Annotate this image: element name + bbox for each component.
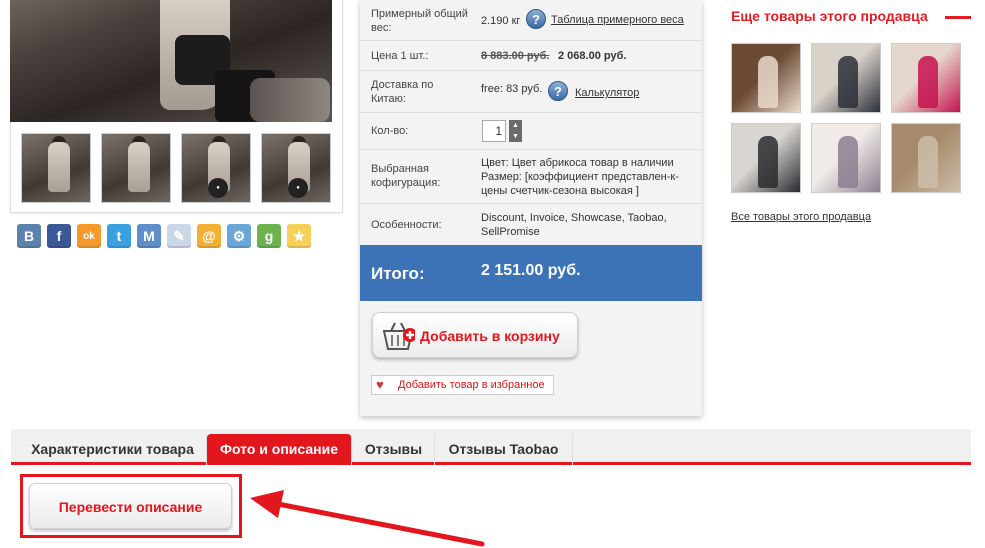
quantity-input[interactable]: 1 <box>482 120 506 142</box>
main-product-photo[interactable] <box>10 0 332 122</box>
new-price: 2 068.00 руб. <box>558 50 627 62</box>
price-row: Цена 1 шт.: 8 883.00 руб. 2 068.00 руб. <box>360 41 702 71</box>
features-value: Discount, Invoice, Showcase, Taobao, Sel… <box>481 212 667 238</box>
moimir-icon[interactable]: M <box>137 224 161 248</box>
total-bar: Итого: 2 151.00 руб. <box>360 245 702 301</box>
delivery-label: Доставка по Китаю: <box>371 79 434 105</box>
favorite-star-icon[interactable]: ★ <box>287 224 311 248</box>
settings-icon[interactable]: ⚙ <box>227 224 251 248</box>
delivery-value: free: 83 руб. <box>481 83 543 95</box>
odnoklassniki-icon[interactable]: ok <box>77 224 101 248</box>
total-value: 2 151.00 руб. <box>481 262 581 279</box>
seller-items-title: Еще товары этого продавца <box>731 8 928 24</box>
help-icon[interactable]: ? <box>548 81 568 101</box>
old-price: 8 883.00 руб. <box>481 50 550 62</box>
twitter-icon[interactable]: t <box>107 224 131 248</box>
seller-item-thumbnail[interactable] <box>811 43 881 113</box>
seller-item-thumbnail[interactable] <box>891 123 961 193</box>
add-to-cart-button[interactable]: Добавить в корзину <box>372 312 578 358</box>
photo-thumbnail[interactable] <box>21 133 91 203</box>
weight-label: Примерный общий вес: <box>371 8 468 34</box>
photo-thumbnail[interactable]: ● <box>261 133 331 203</box>
photo-thumbnail[interactable]: ● <box>181 133 251 203</box>
increment-icon[interactable]: ▲ <box>509 120 522 131</box>
calculator-link[interactable]: Калькулятор <box>575 87 639 99</box>
seller-item-thumbnail[interactable] <box>731 123 801 193</box>
decrement-icon[interactable]: ▼ <box>509 131 522 142</box>
add-to-cart-label: Добавить в корзину <box>420 328 560 344</box>
tab-taobao-reviews[interactable]: Отзывы Taobao <box>435 434 573 465</box>
title-accent-line <box>945 16 971 19</box>
price-label: Цена 1 шт.: <box>371 50 429 62</box>
photo-thumbnail[interactable] <box>101 133 171 203</box>
weight-table-link[interactable]: Таблица примерного веса <box>551 14 684 26</box>
google-icon[interactable]: g <box>257 224 281 248</box>
facebook-icon[interactable]: f <box>47 224 71 248</box>
heart-icon: ♥ <box>376 377 384 392</box>
tab-reviews[interactable]: Отзывы <box>353 434 435 465</box>
quantity-label: Кол-во: <box>371 125 409 137</box>
seller-item-thumbnail[interactable] <box>731 43 801 113</box>
vk-icon[interactable]: B <box>17 224 41 248</box>
configuration-row: Выбранная кофигурация: Цвет: Цвет абрико… <box>360 150 702 204</box>
features-label: Особенности: <box>371 219 442 231</box>
configuration-label: Выбранная кофигурация: <box>371 163 441 189</box>
mail-icon[interactable]: @ <box>197 224 221 248</box>
add-to-favorites-label: Добавить товар в избранное <box>398 379 545 391</box>
tab-characteristics[interactable]: Характеристики товара <box>19 434 207 465</box>
features-row: Особенности: Discount, Invoice, Showcase… <box>360 204 702 245</box>
tab-photo-description[interactable]: Фото и описание <box>207 434 352 465</box>
help-icon[interactable]: ? <box>526 9 546 29</box>
product-info-panel: Примерный общий вес: 2.190 кг ? Таблица … <box>360 0 702 416</box>
cart-icon <box>382 322 415 350</box>
all-seller-items-link[interactable]: Все товары этого продавца <box>731 211 871 223</box>
delivery-row: Доставка по Китаю: free: 83 руб. ? Кальк… <box>360 71 702 113</box>
total-label: Итого: <box>371 264 425 283</box>
red-arrow-icon <box>250 490 485 547</box>
add-to-favorites-button[interactable]: ♥ Добавить товар в избранное <box>371 375 554 395</box>
weight-row: Примерный общий вес: 2.190 кг ? Таблица … <box>360 0 702 41</box>
configuration-value: Цвет: Цвет абрикоса товар в наличии Разм… <box>481 157 679 197</box>
translate-description-button[interactable]: Перевести описание <box>29 483 232 529</box>
weight-value: 2.190 кг <box>481 15 521 27</box>
quantity-row: Кол-во: 1 ▲ ▼ <box>360 113 702 150</box>
livejournal-icon[interactable]: ✎ <box>167 224 191 248</box>
seller-item-thumbnail[interactable] <box>891 43 961 113</box>
seller-item-thumbnail[interactable] <box>811 123 881 193</box>
product-tabs: Характеристики товара Фото и описание От… <box>11 429 971 465</box>
